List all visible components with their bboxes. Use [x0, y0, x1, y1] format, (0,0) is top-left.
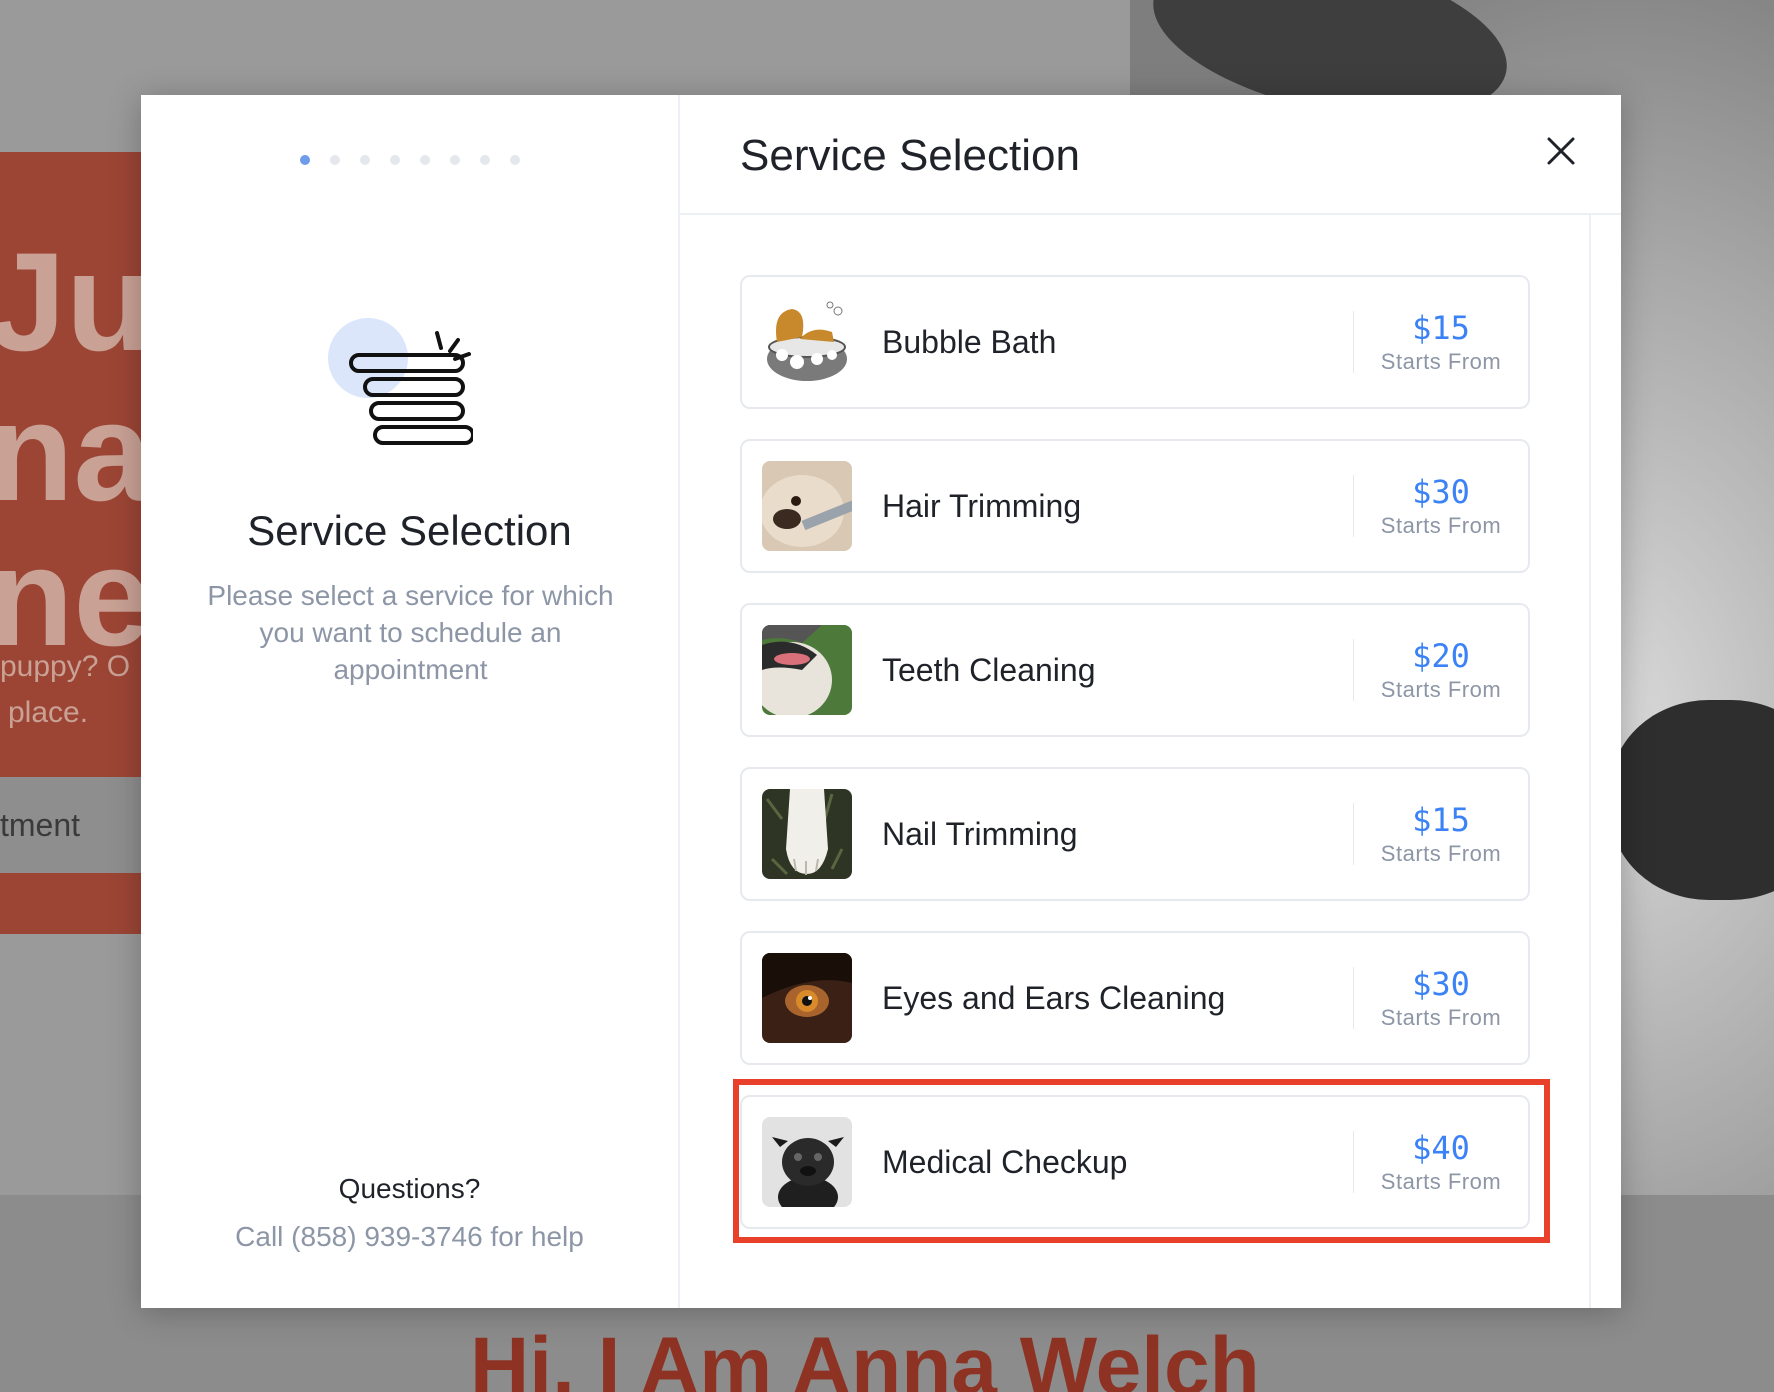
- service-list: Bubble Bath $15 Starts From Hair Trimmin…: [740, 275, 1530, 1259]
- background-bottom-title: Hi, I Am Anna Welch: [470, 1321, 1260, 1392]
- help-phone-link[interactable]: Call (858) 939-3746 for help: [141, 1221, 678, 1253]
- service-image: [762, 1117, 852, 1207]
- questions-label: Questions?: [338, 1173, 481, 1204]
- close-button[interactable]: [1541, 131, 1581, 171]
- hero-appointment-button: tment: [0, 777, 160, 873]
- step-dot: [509, 155, 520, 165]
- close-icon: [1547, 137, 1575, 165]
- service-price: $20: [1412, 637, 1470, 675]
- step-dot: [359, 155, 370, 165]
- hero-line: ne.: [0, 518, 160, 675]
- service-option-eyes-ears-cleaning[interactable]: Eyes and Ears Cleaning $30 Starts From: [740, 931, 1530, 1065]
- background-dog-nose: [1610, 700, 1774, 900]
- step-indicator: [141, 155, 678, 165]
- hero-line: Jus: [0, 223, 160, 380]
- service-price: $15: [1412, 309, 1470, 347]
- service-price-caption: Starts From: [1380, 1005, 1502, 1030]
- stacked-list-icon: [323, 313, 475, 463]
- left-pane-description: Please select a service for which you wa…: [207, 580, 614, 685]
- service-name: Nail Trimming: [882, 815, 1078, 852]
- service-image: [762, 789, 852, 879]
- service-name: Teeth Cleaning: [882, 651, 1096, 688]
- service-price-box: $15 Starts From: [1354, 801, 1528, 867]
- service-price-box: $30 Starts From: [1354, 965, 1528, 1031]
- service-image: [762, 297, 852, 387]
- service-name: Hair Trimming: [882, 487, 1082, 524]
- service-image: [762, 461, 852, 551]
- background-hero-panel: Jus nar ne. puppy? O place. tment: [0, 152, 160, 934]
- service-option-hair-trimming[interactable]: Hair Trimming $30 Starts From: [740, 439, 1530, 573]
- service-price: $30: [1412, 473, 1470, 511]
- modal-header: Service Selection: [680, 95, 1621, 215]
- service-price-caption: Starts From: [1380, 349, 1502, 374]
- service-price-box: $15 Starts From: [1354, 309, 1528, 375]
- service-option-teeth-cleaning[interactable]: Teeth Cleaning $20 Starts From: [740, 603, 1530, 737]
- step-dot: [299, 155, 310, 165]
- hero-text: puppy? O: [0, 650, 131, 683]
- service-name: Bubble Bath: [882, 323, 1057, 360]
- service-price-caption: Starts From: [1380, 677, 1502, 702]
- service-name: Eyes and Ears Cleaning: [882, 979, 1226, 1016]
- left-pane-title: Service Selection: [247, 507, 572, 554]
- service-option-bubble-bath[interactable]: Bubble Bath $15 Starts From: [740, 275, 1530, 409]
- service-price-box: $30 Starts From: [1354, 473, 1528, 539]
- modal-right-pane: Service Selection Bubble Bath $15 Starts…: [680, 95, 1621, 1308]
- service-option-medical-checkup[interactable]: Medical Checkup $40 Starts From: [740, 1095, 1530, 1229]
- service-price-caption: Starts From: [1380, 1169, 1502, 1194]
- service-price: $30: [1412, 965, 1470, 1003]
- service-price-box: $20 Starts From: [1354, 637, 1528, 703]
- hero-line: nar: [0, 373, 160, 530]
- step-dot: [329, 155, 340, 165]
- booking-modal: Service Selection Please select a servic…: [141, 95, 1621, 1308]
- modal-left-pane: Service Selection Please select a servic…: [141, 95, 680, 1308]
- step-dot: [449, 155, 460, 165]
- modal-title: Service Selection: [740, 131, 1080, 180]
- service-price-caption: Starts From: [1380, 513, 1502, 538]
- service-price-caption: Starts From: [1380, 841, 1502, 866]
- service-image: [762, 953, 852, 1043]
- step-dot: [389, 155, 400, 165]
- service-price: $15: [1412, 801, 1470, 839]
- step-dot: [479, 155, 490, 165]
- service-image: [762, 625, 852, 715]
- service-price: $40: [1412, 1129, 1470, 1167]
- step-dot: [419, 155, 430, 165]
- scrollbar[interactable]: [1589, 215, 1591, 1308]
- hero-text: place.: [8, 696, 89, 729]
- service-name: Medical Checkup: [882, 1143, 1128, 1180]
- service-option-nail-trimming[interactable]: Nail Trimming $15 Starts From: [740, 767, 1530, 901]
- service-price-box: $40 Starts From: [1354, 1129, 1528, 1195]
